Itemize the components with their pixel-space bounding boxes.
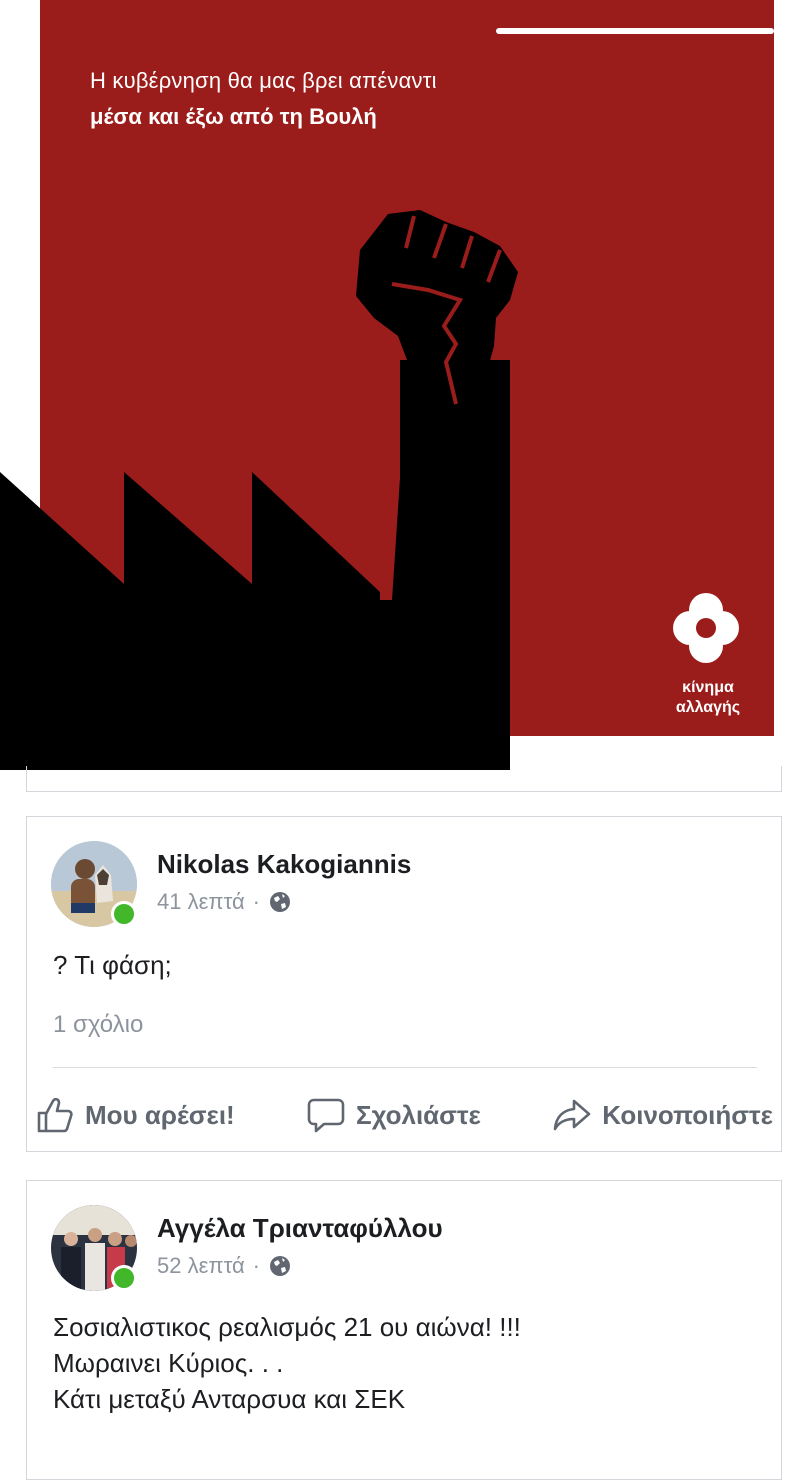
like-label: Μου αρέσει! (85, 1099, 235, 1130)
thumbs-up-icon (37, 1097, 73, 1133)
share-button[interactable]: Κοινοποιήστε (552, 1095, 773, 1135)
comment-meta: 41 λεπτά · (157, 889, 292, 915)
comment-author[interactable]: Nikolas Kakogiannis (157, 849, 411, 880)
comment-actions-bar: Μου αρέσει! Σχολιάστε Κοινοποιήστε (35, 1087, 773, 1143)
globe-icon (270, 892, 290, 912)
comment-text-line: Μωραινει Κύριος. . . (53, 1348, 284, 1378)
comment-text-line: Κάτι μεταξύ Ανταρσυα και ΣΕΚ (53, 1384, 406, 1414)
online-status-indicator (111, 901, 137, 927)
share-arrow-icon (553, 1099, 591, 1131)
globe-icon (270, 1256, 290, 1276)
meta-separator: · (252, 1253, 260, 1278)
like-button[interactable]: Μου αρέσει! (35, 1095, 235, 1135)
comment-text-line: Σοσιαλιστικος ρεαλισμός 21 ου αιώνα! !!! (53, 1312, 521, 1342)
comment-author[interactable]: Αγγέλα Τριανταφύλλου (157, 1213, 443, 1244)
post-card-bottom (26, 766, 782, 792)
comment-time[interactable]: 52 λεπτά (157, 1253, 245, 1279)
speech-bubble-icon (307, 1098, 345, 1133)
actions-divider (53, 1067, 757, 1068)
comment-text: ? Τι φάση; (53, 950, 172, 980)
kinal-logo-icon (673, 593, 739, 663)
poster-logo-line1: κίνημα (682, 679, 734, 696)
comment-card: Nikolas Kakogiannis 41 λεπτά · ? Τι φάση… (26, 816, 782, 1152)
meta-separator: · (252, 889, 260, 914)
comment-time[interactable]: 41 λεπτά (157, 889, 245, 915)
comment-card: Αγγέλα Τριανταφύλλου 52 λεπτά · Σοσιαλισ… (26, 1180, 782, 1480)
comment-button[interactable]: Σχολιάστε (306, 1095, 481, 1135)
comment-label: Σχολιάστε (355, 1099, 481, 1130)
comment-meta: 52 λεπτά · (157, 1253, 292, 1279)
raised-fist-factory-illustration (0, 210, 739, 770)
reply-count-link[interactable]: 1 σχόλιο (53, 1011, 143, 1039)
poster-logo-line2: αλλαγής (675, 699, 741, 716)
comment-text: Σοσιαλιστικος ρεαλισμός 21 ου αιώνα! !!!… (53, 1309, 521, 1417)
share-label: Κοινοποιήστε (602, 1099, 773, 1130)
shared-post-image[interactable]: Η κυβέρνηση θα μας βρει απέναντι μέσα κα… (0, 0, 800, 770)
poster-logo-text: κίνημα αλλαγής (660, 678, 756, 718)
online-status-indicator (111, 1265, 137, 1291)
